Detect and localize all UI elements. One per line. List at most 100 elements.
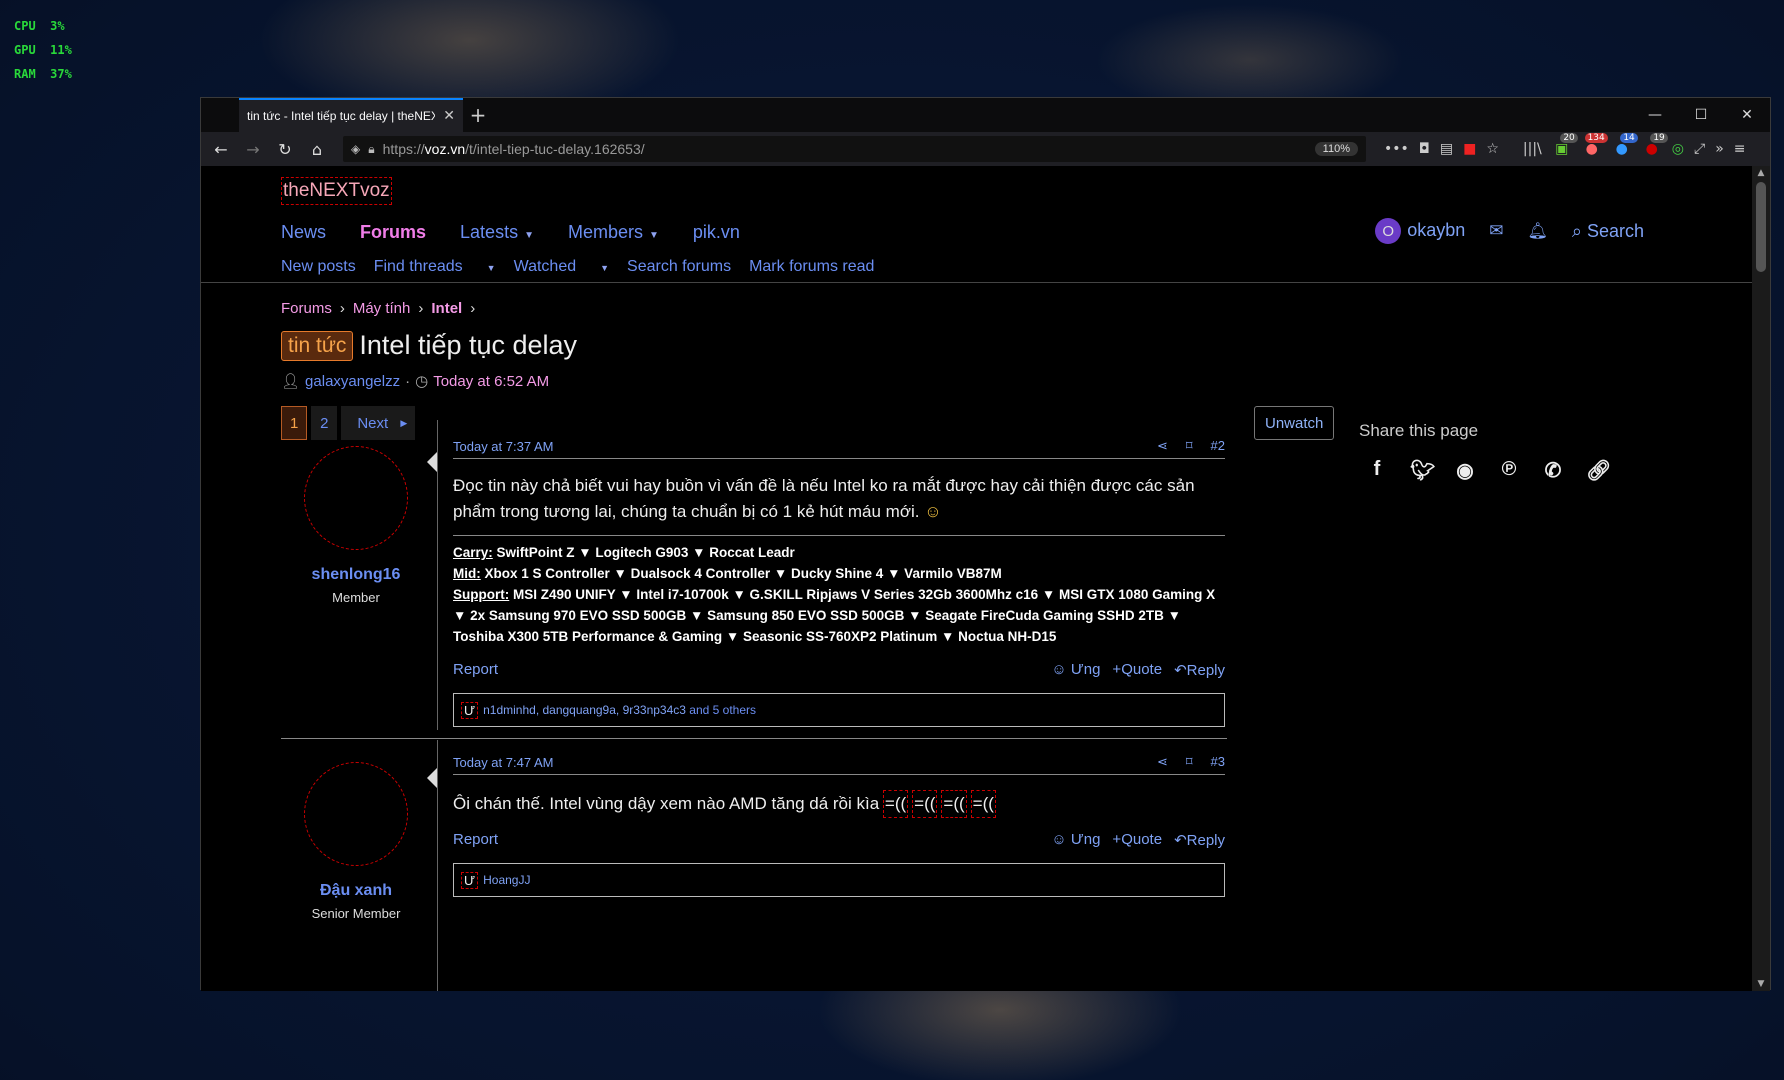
chevron-down-icon[interactable]: ▼ bbox=[649, 230, 659, 241]
maximize-icon[interactable]: ☐ bbox=[1678, 98, 1724, 132]
pinterest-icon[interactable]: ℗ bbox=[1498, 458, 1520, 483]
thread-prefix[interactable]: tin tức bbox=[281, 330, 354, 361]
browser-window: tin tức - Intel tiếp tục delay | theNEXT… bbox=[200, 97, 1771, 991]
chevron-down-icon[interactable]: ▼ bbox=[524, 230, 534, 241]
inbox-icon[interactable]: ✉ bbox=[1489, 221, 1503, 241]
account-name[interactable]: okaybn bbox=[1407, 220, 1465, 240]
quote-button[interactable]: +Quote bbox=[1112, 831, 1162, 849]
likes-list[interactable]: HoangJJ bbox=[483, 873, 530, 887]
menu-icon[interactable]: ≡ bbox=[1734, 141, 1746, 157]
nav-members[interactable]: Members ▼ bbox=[568, 222, 659, 243]
post-timestamp[interactable]: Today at 7:37 AM bbox=[453, 439, 553, 454]
nav-divider bbox=[201, 282, 1754, 283]
subnav-search-forums[interactable]: Search forums bbox=[627, 258, 731, 276]
post-divider bbox=[437, 740, 438, 991]
extension-icon-3[interactable]: ● 14 bbox=[1612, 133, 1638, 157]
site-logo[interactable]: theNEXTvoz bbox=[281, 177, 392, 205]
post-timestamp[interactable]: Today at 7:47 AM bbox=[453, 755, 553, 770]
facebook-icon[interactable]: f bbox=[1366, 458, 1388, 483]
extension-icon-2[interactable]: ● 134 bbox=[1582, 133, 1608, 157]
zoom-indicator[interactable]: 110% bbox=[1314, 142, 1358, 156]
bookmark-star-icon[interactable]: ☆ bbox=[1486, 141, 1499, 157]
scroll-down-icon[interactable]: ▼ bbox=[1752, 979, 1770, 989]
forward-icon[interactable]: → bbox=[239, 135, 267, 163]
lock-icon[interactable]: 🔒︎ bbox=[368, 142, 374, 157]
reply-button[interactable]: ↶Reply bbox=[1174, 831, 1225, 849]
reply-button[interactable]: ↶Reply bbox=[1174, 661, 1225, 679]
unwatch-button[interactable]: Unwatch bbox=[1254, 406, 1335, 440]
bookmark-icon[interactable]: ⌑ bbox=[1186, 438, 1193, 454]
home-icon[interactable]: ⌂ bbox=[303, 135, 331, 163]
close-tab-icon[interactable]: ✕ bbox=[443, 108, 455, 124]
ublock-icon[interactable]: ● 19 bbox=[1642, 133, 1668, 157]
username[interactable]: Đậu xanh bbox=[281, 882, 431, 900]
share-icon[interactable]: ⋖ bbox=[1157, 754, 1168, 770]
whatsapp-icon[interactable]: ✆ bbox=[1542, 458, 1564, 483]
breadcrumb-may-tinh[interactable]: Máy tính bbox=[353, 300, 411, 317]
report-link[interactable]: Report bbox=[453, 661, 498, 679]
thread-author[interactable]: galaxyangelzz bbox=[305, 373, 400, 390]
subnav-new-posts[interactable]: New posts bbox=[281, 258, 356, 276]
post-user: Đậu xanh Senior Member bbox=[281, 754, 431, 921]
bell-icon[interactable]: 🔔︎ bbox=[1528, 221, 1548, 241]
ram-usage: RAM 37% bbox=[14, 67, 72, 81]
nav-latests[interactable]: Latests ▼ bbox=[460, 222, 534, 243]
new-tab-icon[interactable]: + bbox=[463, 98, 493, 132]
quote-button[interactable]: +Quote bbox=[1112, 661, 1162, 679]
account-link[interactable]: Ookaybn bbox=[1375, 218, 1465, 244]
search-icon: ⌕ bbox=[1571, 220, 1582, 241]
reddit-icon[interactable]: ◉ bbox=[1454, 458, 1476, 483]
shield-icon[interactable]: ◈ bbox=[351, 142, 360, 156]
subnav-find-threads[interactable]: Find threads ▼ bbox=[374, 258, 496, 276]
page-1[interactable]: 1 bbox=[281, 406, 308, 440]
share-icon[interactable]: ⋖ bbox=[1157, 438, 1168, 454]
url-bar[interactable]: ◈ 🔒︎ https://voz.vn/t/intel-tiep-tuc-del… bbox=[343, 136, 1366, 162]
ung-button[interactable]: ☺ Ưng bbox=[1051, 831, 1100, 849]
reader-view-icon[interactable]: ▤ bbox=[1440, 141, 1453, 157]
scroll-thumb[interactable] bbox=[1756, 182, 1766, 272]
breadcrumb-forums[interactable]: Forums bbox=[281, 300, 332, 317]
extension-icon-5[interactable]: ◎ bbox=[1672, 141, 1684, 157]
link-icon[interactable]: 🔗︎ bbox=[1586, 458, 1611, 483]
expand-icon[interactable]: ⤢ bbox=[1694, 141, 1705, 157]
likes-bar: Ư n1dminhd, dangquang9a, 9r33np34c3 and … bbox=[453, 693, 1225, 727]
ung-button[interactable]: ☺ Ưng bbox=[1051, 661, 1100, 679]
extension-icon-1[interactable]: ▣ 20 bbox=[1552, 133, 1578, 157]
likes-list[interactable]: n1dminhd, dangquang9a, 9r33np34c3 and 5 … bbox=[483, 703, 756, 717]
url-text[interactable]: https://voz.vn/t/intel-tiep-tuc-delay.16… bbox=[383, 141, 1307, 157]
nav-news[interactable]: News bbox=[281, 222, 326, 243]
subnav-mark-read[interactable]: Mark forums read bbox=[749, 258, 874, 276]
search-link[interactable]: ⌕ Search bbox=[1572, 221, 1644, 242]
avatar[interactable] bbox=[304, 762, 408, 866]
flag-icon[interactable]: ■ bbox=[1463, 141, 1476, 157]
breadcrumb-intel[interactable]: Intel bbox=[431, 300, 462, 317]
post-number[interactable]: #2 bbox=[1211, 438, 1225, 454]
chevron-down-icon[interactable]: ▼ bbox=[600, 263, 609, 273]
subnav-watched[interactable]: Watched ▼ bbox=[514, 258, 609, 276]
vertical-scrollbar[interactable]: ▲ ▼ bbox=[1752, 166, 1770, 991]
avatar[interactable] bbox=[304, 446, 408, 550]
thread-time[interactable]: Today at 6:52 AM bbox=[433, 373, 549, 390]
twitter-icon[interactable]: 🐦︎ bbox=[1410, 458, 1435, 483]
next-page-button[interactable]: Next ▶ bbox=[341, 406, 416, 440]
page-2[interactable]: 2 bbox=[311, 406, 338, 440]
avatar[interactable]: O bbox=[1375, 218, 1402, 244]
chevron-down-icon[interactable]: ▼ bbox=[487, 263, 496, 273]
nav-forums[interactable]: Forums bbox=[360, 222, 426, 243]
reload-icon[interactable]: ↻ bbox=[271, 135, 299, 163]
scroll-up-icon[interactable]: ▲ bbox=[1752, 168, 1770, 178]
overflow-icon[interactable]: » bbox=[1715, 141, 1724, 157]
post-number[interactable]: #3 bbox=[1211, 754, 1225, 770]
nav-pik[interactable]: pik.vn bbox=[693, 222, 740, 243]
username[interactable]: shenlong16 bbox=[281, 566, 431, 584]
browser-tab[interactable]: tin tức - Intel tiếp tục delay | theNEXT… bbox=[239, 98, 463, 132]
minimize-icon[interactable]: — bbox=[1632, 98, 1678, 132]
bookmark-icon[interactable]: ⌑ bbox=[1186, 754, 1193, 770]
report-link[interactable]: Report bbox=[453, 831, 498, 849]
library-icon[interactable]: |||\ bbox=[1523, 141, 1542, 157]
back-icon[interactable]: ← bbox=[207, 135, 235, 163]
page-actions-icon[interactable]: ••• bbox=[1384, 141, 1409, 157]
pocket-icon[interactable]: ◘ bbox=[1419, 141, 1430, 157]
reaction-icon: Ư bbox=[460, 701, 479, 719]
close-window-icon[interactable]: ✕ bbox=[1724, 98, 1770, 132]
